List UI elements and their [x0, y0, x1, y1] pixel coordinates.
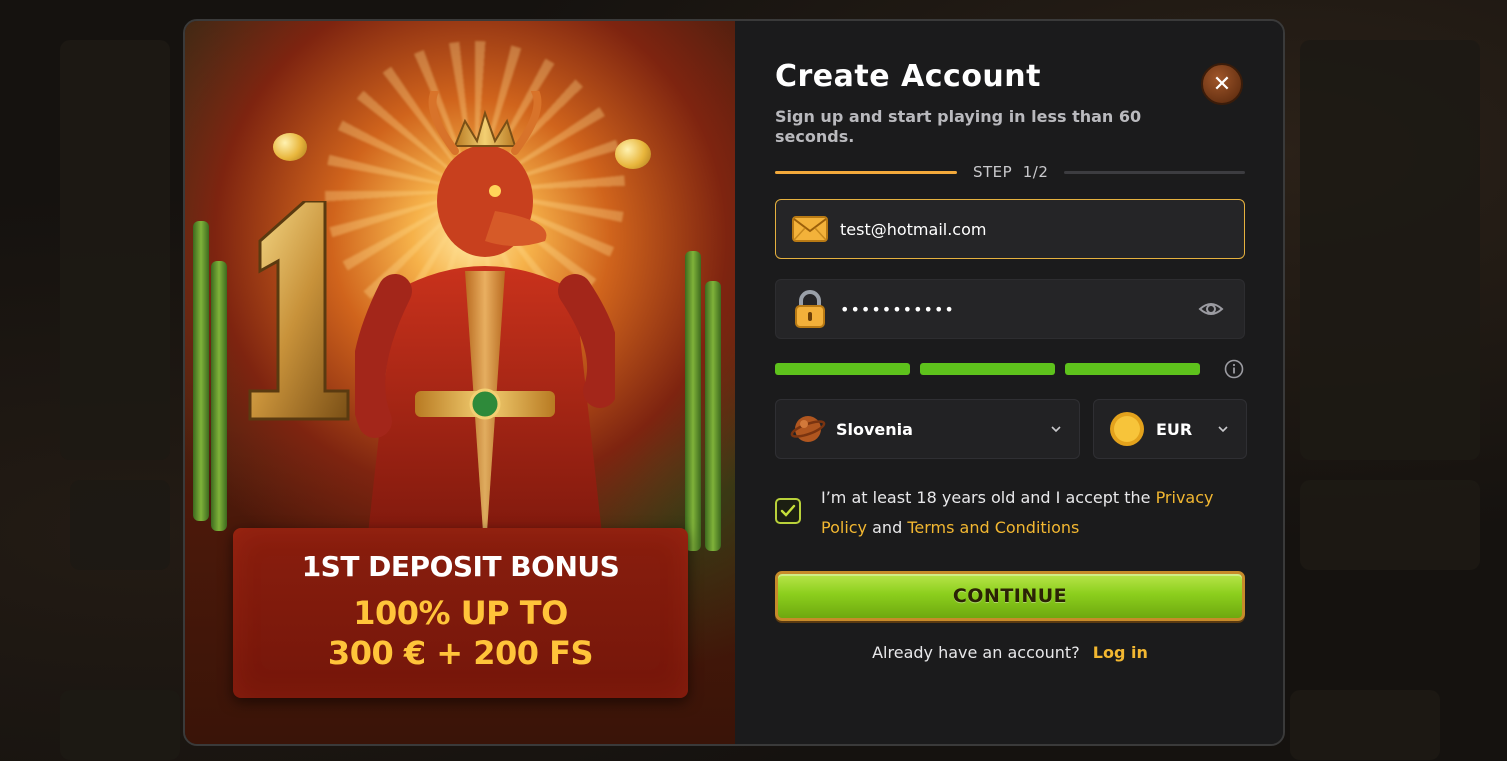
bamboo-stalk [705, 281, 721, 551]
chevron-down-icon [1051, 426, 1061, 433]
dragon-character [355, 91, 615, 561]
terms-text-middle: and [867, 518, 908, 537]
country-select[interactable]: Slovenia [775, 399, 1080, 459]
lock-icon [795, 290, 825, 328]
bonus-title: 1ST DEPOSIT BONUS [301, 550, 620, 583]
background-card [60, 690, 180, 760]
close-button[interactable]: ✕ [1201, 63, 1243, 105]
password-field[interactable]: ••••••••••• [775, 279, 1245, 339]
floating-coin [615, 139, 651, 169]
terms-checkbox[interactable] [775, 498, 801, 524]
info-icon[interactable] [1224, 359, 1244, 379]
currency-select[interactable]: EUR [1093, 399, 1247, 459]
background-card [70, 480, 170, 570]
login-link[interactable]: Log in [1093, 643, 1148, 662]
promo-panel: 1ST DEPOSIT BONUS 100% UP TO 300 € + 200… [185, 21, 735, 744]
bamboo-stalk [685, 251, 701, 551]
chevron-down-icon [1218, 426, 1228, 433]
password-strength-meter [775, 359, 1245, 379]
email-field[interactable] [775, 199, 1245, 259]
strength-segment [920, 363, 1055, 375]
bonus-amount: 100% UP TO 300 € + 200 FS [233, 593, 688, 673]
background-card [1300, 480, 1480, 570]
signup-form-panel: Create Account Sign up and start playing… [735, 21, 1283, 744]
terms-text: I’m at least 18 years old and I accept t… [821, 483, 1221, 543]
step-text: STEP [973, 163, 1013, 181]
login-prompt: Already have an account? Log in [775, 643, 1245, 662]
step-progress-remaining [1064, 170, 1245, 174]
bonus-amount-line1: 100% UP TO [353, 594, 568, 632]
terms-conditions-link[interactable]: Terms and Conditions [907, 518, 1079, 537]
eye-icon[interactable] [1198, 296, 1224, 322]
close-icon: ✕ [1212, 71, 1232, 97]
step-value: 1/2 [1022, 163, 1049, 181]
strength-segment [1065, 363, 1200, 375]
page-subtitle: Sign up and start playing in less than 6… [775, 107, 1142, 146]
create-account-modal: 1ST DEPOSIT BONUS 100% UP TO 300 € + 200… [183, 19, 1285, 746]
password-input[interactable]: ••••••••••• [840, 300, 1198, 319]
bamboo-stalk [211, 261, 227, 531]
email-input[interactable] [840, 219, 1244, 239]
step-indicator: STEP 1/2 [775, 161, 1245, 183]
floating-coin [273, 133, 307, 161]
checkmark-icon [780, 504, 796, 517]
deposit-bonus-banner: 1ST DEPOSIT BONUS 100% UP TO 300 € + 200… [233, 528, 688, 698]
coin-icon [1110, 412, 1144, 446]
background-card [1290, 690, 1440, 760]
bamboo-stalk [193, 221, 209, 521]
strength-segment [775, 363, 910, 375]
background-card [60, 40, 170, 460]
page-title: Create Account [775, 59, 1041, 94]
step-progress-active [775, 170, 957, 174]
login-prompt-text: Already have an account? [872, 643, 1080, 662]
golden-number-one [248, 201, 350, 421]
terms-text-before: I’m at least 18 years old and I accept t… [821, 488, 1156, 507]
globe-icon [790, 416, 826, 442]
bonus-amount-line2: 300 € + 200 FS [327, 634, 594, 672]
background-card [1300, 40, 1480, 460]
envelope-icon [792, 216, 828, 242]
currency-value: EUR [1156, 419, 1193, 439]
step-label: STEP 1/2 [957, 163, 1064, 181]
continue-button[interactable]: CONTINUE [775, 571, 1245, 621]
country-value: Slovenia [836, 419, 913, 439]
